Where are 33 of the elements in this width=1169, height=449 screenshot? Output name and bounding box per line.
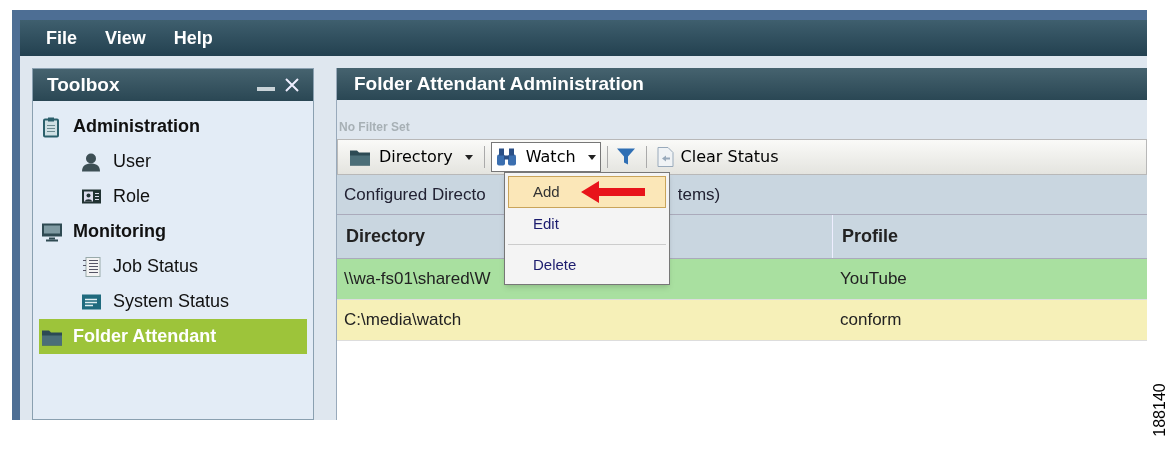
list-icon [81,255,103,278]
menu-item[interactable]: View [105,24,146,52]
table-cell-text: conform [839,309,903,332]
tree-item[interactable]: Role [39,179,307,214]
tree-item[interactable]: Monitoring [39,214,307,249]
table-cell-text: \\wa-fs01\shared\W [343,268,492,291]
close-icon[interactable] [285,78,299,92]
tree-item[interactable]: Job Status [39,249,307,284]
grid-caption-text: tems) [677,183,721,206]
menu-item[interactable]: Edit [508,208,666,240]
column-header[interactable]: Profile [833,215,1147,258]
menu-item[interactable]: Add [508,176,666,208]
caret-icon [587,154,596,160]
table-row[interactable]: C:\media\watch conform [337,300,1147,341]
document-icon [654,146,677,168]
table-cell-text: YouTube [839,268,908,291]
menu-item[interactable]: File [46,24,77,52]
callout-arrow [581,181,645,203]
tree-item[interactable]: Administration [39,109,307,144]
panel-title: Folder Attendant Administration [354,71,644,96]
table-cell-text: C:\media\watch [343,309,463,332]
watch-dropdown[interactable]: Watch [490,142,601,172]
figure-number: 188140 [1151,383,1168,437]
panel-title: Toolbox [47,72,121,97]
tree-item[interactable]: System Status [39,284,307,319]
clear-status-button[interactable]: Clear Status [652,142,781,172]
dropdown-button[interactable]: Directory [344,142,478,172]
binoculars-icon [495,146,518,168]
caret-icon [464,154,473,160]
menu-item[interactable]: Help [173,24,213,52]
tree-item[interactable]: User [39,144,307,179]
filter-status: No Filter Set [339,119,411,136]
grid-caption-text: Configured Directo [344,183,486,206]
